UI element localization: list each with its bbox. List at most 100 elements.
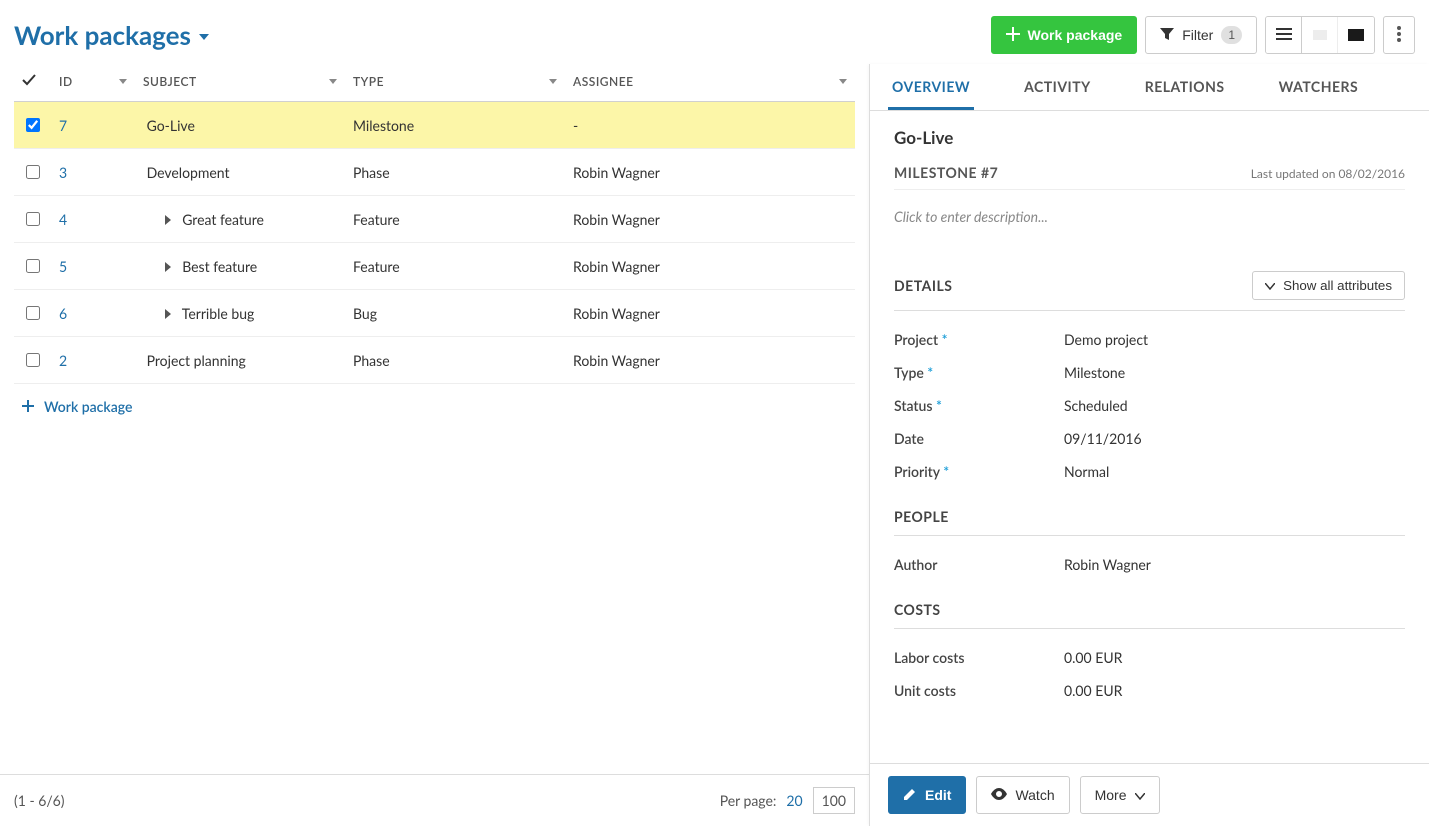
detail-title[interactable]: Go-Live — [894, 121, 1405, 164]
row-type: Phase — [353, 352, 390, 369]
plus-icon — [1006, 27, 1020, 44]
row-checkbox[interactable] — [26, 259, 40, 273]
col-assignee[interactable]: ASSIGNEE — [565, 64, 855, 102]
row-id-link[interactable]: 5 — [59, 258, 67, 275]
table-row[interactable]: 2 Project planning Phase Robin Wagner — [14, 337, 855, 384]
row-checkbox[interactable] — [26, 212, 40, 226]
row-id-link[interactable]: 6 — [59, 305, 67, 322]
row-id-link[interactable]: 3 — [59, 164, 67, 181]
row-subject: Great feature — [182, 211, 264, 228]
detail-updated: Last updated on 08/02/2016 — [1251, 166, 1405, 181]
chevron-down-icon[interactable] — [549, 79, 557, 84]
watch-button[interactable]: Watch — [976, 776, 1069, 814]
attr-value[interactable]: 0.00 EUR — [1064, 649, 1122, 666]
attr-value[interactable]: Normal — [1064, 463, 1109, 480]
row-id-link[interactable]: 2 — [59, 352, 67, 369]
row-subject: Go-Live — [147, 117, 195, 134]
page-title-dropdown[interactable]: Work packages — [14, 19, 209, 51]
row-id-link[interactable]: 7 — [59, 117, 67, 134]
attr-label: Status * — [894, 397, 1064, 414]
chevron-down-icon — [1265, 278, 1275, 293]
work-package-table: ID SUBJECT TYPE — [14, 64, 855, 384]
col-check[interactable] — [14, 64, 51, 102]
row-checkbox[interactable] — [26, 165, 40, 179]
row-subject: Development — [147, 164, 230, 181]
create-work-package-label: Work package — [1028, 27, 1123, 43]
attr-value[interactable]: Milestone — [1064, 364, 1125, 381]
col-id[interactable]: ID — [51, 64, 135, 102]
view-list-button[interactable] — [1266, 17, 1302, 53]
create-work-package-button[interactable]: Work package — [991, 16, 1138, 54]
tab-activity[interactable]: ACTIVITY — [1020, 64, 1095, 110]
table-row[interactable]: 3 Development Phase Robin Wagner — [14, 149, 855, 196]
filter-button[interactable]: Filter 1 — [1145, 16, 1257, 54]
attr-label: Type * — [894, 364, 1064, 381]
expand-icon[interactable] — [165, 262, 171, 272]
add-work-package-inline[interactable]: Work package — [14, 384, 855, 429]
tab-relations[interactable]: RELATIONS — [1141, 64, 1229, 110]
per-page-label: Per page: — [720, 792, 777, 809]
view-cards-button[interactable] — [1302, 17, 1338, 53]
table-row[interactable]: 7 Go-Live Milestone - — [14, 102, 855, 149]
row-assignee: Robin Wagner — [573, 164, 660, 181]
more-menu-button[interactable] — [1383, 16, 1415, 54]
expand-icon[interactable] — [165, 309, 171, 319]
row-assignee: - — [573, 117, 578, 134]
row-subject: Terrible bug — [182, 305, 255, 322]
table-row[interactable]: 6 Terrible bug Bug Robin Wagner — [14, 290, 855, 337]
chevron-down-icon — [1135, 787, 1145, 803]
per-page-100[interactable]: 100 — [813, 787, 855, 814]
edit-button[interactable]: Edit — [888, 776, 966, 814]
tab-overview[interactable]: OVERVIEW — [888, 64, 974, 110]
col-subject[interactable]: SUBJECT — [135, 64, 345, 102]
attr-value[interactable]: Demo project — [1064, 331, 1148, 348]
row-subject: Project planning — [147, 352, 246, 369]
table-row[interactable]: 5 Best feature Feature Robin Wagner — [14, 243, 855, 290]
cards-icon — [1312, 27, 1328, 44]
timeline-icon — [1348, 27, 1364, 44]
description-field[interactable]: Click to enter description... — [894, 200, 1405, 251]
attr-label: Unit costs — [894, 682, 1064, 699]
check-icon — [22, 74, 36, 89]
attr-value[interactable]: 09/11/2016 — [1064, 430, 1142, 447]
row-type: Feature — [353, 211, 400, 228]
col-type[interactable]: TYPE — [345, 64, 565, 102]
row-assignee: Robin Wagner — [573, 211, 660, 228]
section-details-heading: DETAILS — [894, 277, 952, 294]
row-type: Phase — [353, 164, 390, 181]
eye-icon — [991, 787, 1007, 803]
expand-icon[interactable] — [165, 215, 171, 225]
row-checkbox[interactable] — [26, 306, 40, 320]
table-row[interactable]: 4 Great feature Feature Robin Wagner — [14, 196, 855, 243]
result-range: (1 - 6/6) — [14, 792, 65, 809]
list-icon — [1276, 27, 1292, 44]
chevron-down-icon[interactable] — [839, 79, 847, 84]
row-checkbox[interactable] — [26, 353, 40, 367]
chevron-down-icon[interactable] — [119, 79, 127, 84]
row-checkbox[interactable] — [26, 118, 40, 132]
filter-count-badge: 1 — [1221, 26, 1242, 44]
detail-type-id: MILESTONE #7 — [894, 164, 998, 181]
attr-value[interactable]: Scheduled — [1064, 397, 1128, 414]
tab-watchers[interactable]: WATCHERS — [1275, 64, 1363, 110]
attr-label: Labor costs — [894, 649, 1064, 666]
chevron-down-icon — [199, 34, 209, 40]
attr-value[interactable]: Robin Wagner — [1064, 556, 1151, 573]
attr-label: Priority * — [894, 463, 1064, 480]
row-assignee: Robin Wagner — [573, 305, 660, 322]
show-all-attributes-button[interactable]: Show all attributes — [1252, 271, 1405, 300]
attr-value[interactable]: 0.00 EUR — [1064, 682, 1122, 699]
attr-label: Project * — [894, 331, 1064, 348]
view-timeline-button[interactable] — [1338, 17, 1374, 53]
per-page-20[interactable]: 20 — [786, 792, 802, 809]
row-assignee: Robin Wagner — [573, 258, 660, 275]
more-button[interactable]: More — [1080, 776, 1160, 814]
page-title: Work packages — [14, 19, 191, 51]
chevron-down-icon[interactable] — [329, 79, 337, 84]
attr-label: Date — [894, 430, 1064, 447]
row-type: Bug — [353, 305, 377, 322]
kebab-icon — [1397, 26, 1401, 45]
row-type: Feature — [353, 258, 400, 275]
row-id-link[interactable]: 4 — [59, 211, 67, 228]
row-subject: Best feature — [182, 258, 257, 275]
